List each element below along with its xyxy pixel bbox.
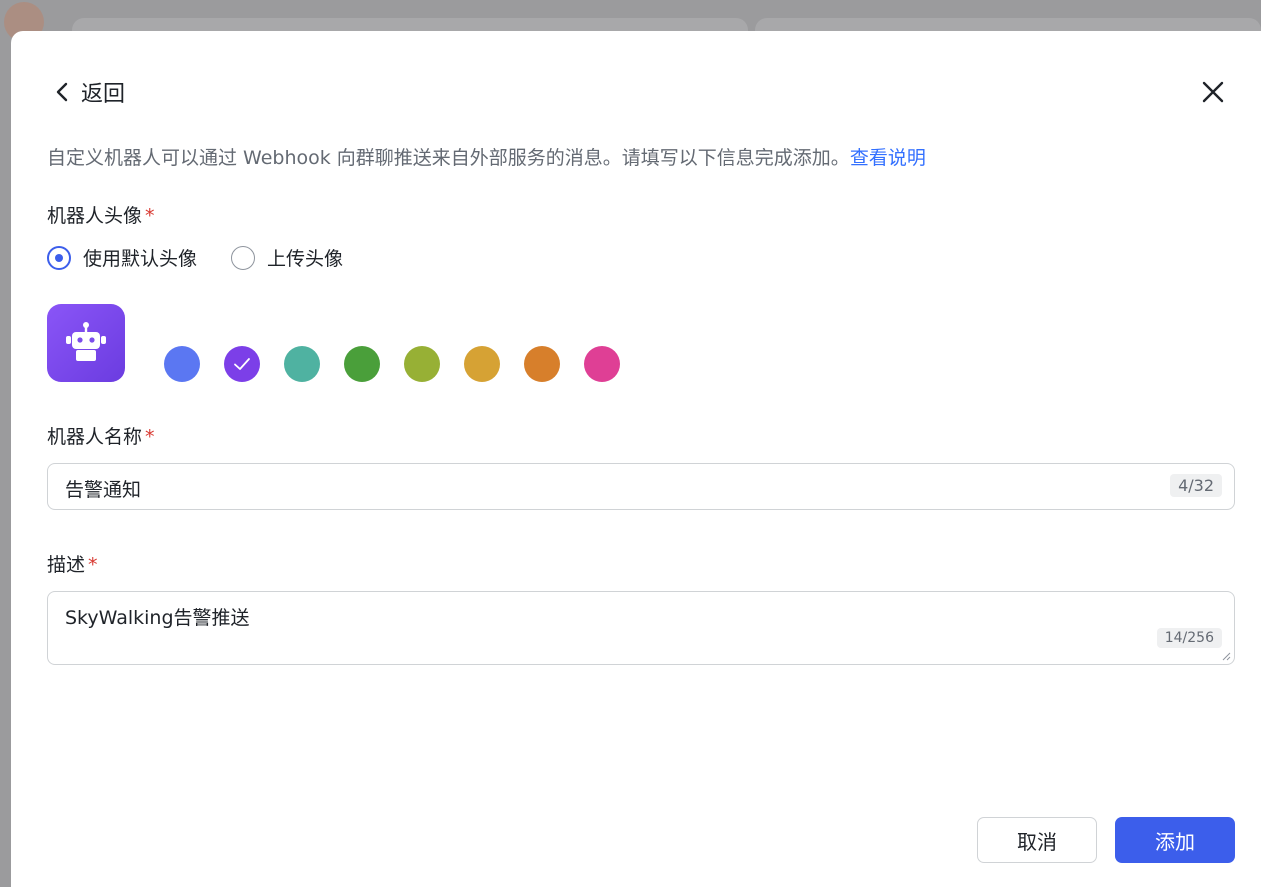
close-icon[interactable] [1199, 78, 1227, 106]
add-button[interactable]: 添加 [1115, 817, 1235, 863]
color-swatch-olive[interactable] [404, 346, 440, 382]
chevron-left-icon [56, 82, 68, 102]
intro-text: 自定义机器人可以通过 Webhook 向群聊推送来自外部服务的消息。请填写以下信… [47, 143, 926, 170]
radio-label: 上传头像 [267, 248, 344, 270]
cancel-button[interactable]: 取消 [977, 817, 1097, 863]
robot-name-input[interactable]: 告警通知 4/32 [47, 463, 1235, 510]
name-label: 机器人名称 * [47, 422, 155, 449]
add-robot-dialog: 返回 自定义机器人可以通过 Webhook 向群聊推送来自外部服务的消息。请填写… [11, 31, 1261, 887]
name-label-text: 机器人名称 [47, 426, 143, 448]
resize-handle-icon[interactable] [1221, 651, 1231, 661]
robot-name-value: 告警通知 [65, 479, 142, 501]
description-label: 描述 * [47, 550, 98, 577]
color-swatch-purple[interactable] [224, 346, 260, 382]
avatar-label-text: 机器人头像 [47, 205, 143, 227]
intro-description: 自定义机器人可以通过 Webhook 向群聊推送来自外部服务的消息。请填写以下信… [47, 147, 850, 169]
name-char-counter: 4/32 [1170, 474, 1222, 497]
color-swatch-blue[interactable] [164, 346, 200, 382]
color-swatch-orange[interactable] [524, 346, 560, 382]
view-docs-link[interactable]: 查看说明 [850, 147, 926, 169]
radio-checked-icon [47, 245, 71, 270]
required-mark: * [145, 426, 155, 448]
required-mark: * [88, 554, 98, 576]
color-swatch-green[interactable] [344, 346, 380, 382]
radio-unchecked-icon [231, 245, 256, 270]
radio-label: 使用默认头像 [83, 248, 198, 270]
required-mark: * [145, 205, 155, 227]
back-label: 返回 [81, 82, 126, 107]
color-swatch-pink[interactable] [584, 346, 620, 382]
radio-default-avatar[interactable]: 使用默认头像 [47, 244, 197, 271]
color-swatch-yellow[interactable] [464, 346, 500, 382]
color-swatch-teal[interactable] [284, 346, 320, 382]
check-icon [234, 358, 250, 370]
description-char-counter: 14/256 [1156, 628, 1222, 648]
avatar-type-radio-group: 使用默认头像 上传头像 [47, 244, 377, 271]
description-textarea[interactable]: SkyWalking告警推送 14/256 [47, 591, 1235, 665]
avatar-color-picker [164, 346, 644, 382]
robot-icon [66, 322, 106, 361]
robot-avatar-preview [47, 304, 125, 382]
radio-upload-avatar[interactable]: 上传头像 [231, 244, 343, 271]
avatar-label: 机器人头像 * [47, 201, 155, 228]
back-button[interactable]: 返回 [51, 76, 125, 108]
description-value: SkyWalking告警推送 [65, 607, 250, 629]
description-label-text: 描述 [47, 554, 86, 576]
